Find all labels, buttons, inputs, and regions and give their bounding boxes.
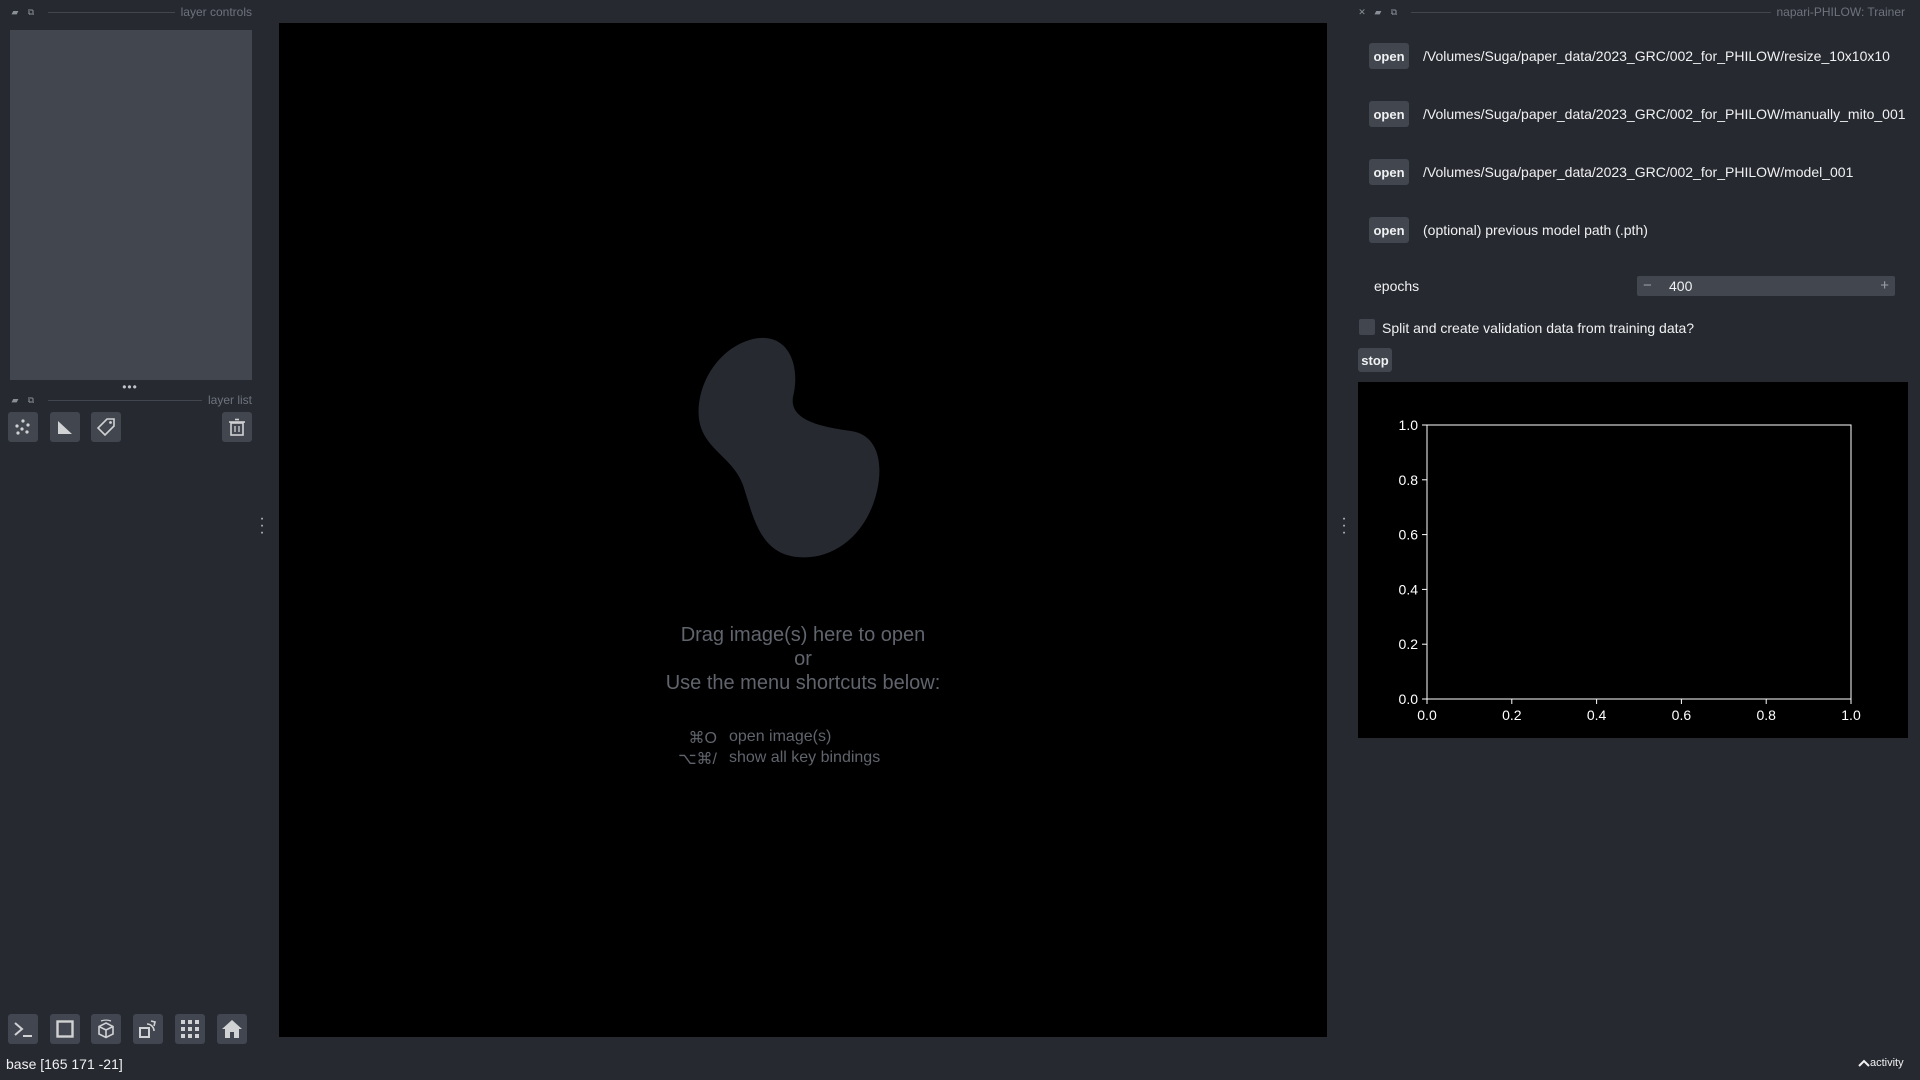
trainer-title: napari-PHILOW: Trainer bbox=[1776, 5, 1906, 19]
new-labels-layer-button[interactable] bbox=[91, 412, 121, 442]
layer-controls-titlebar: ▰ ⧉ layer controls bbox=[10, 2, 252, 22]
shortcut-open-row: ⌘O open image(s) bbox=[647, 728, 832, 748]
x-tick-label: 0.6 bbox=[1672, 707, 1692, 723]
model-dir-path-label: /Volumes/Suga/paper_data/2023_GRC/002_fo… bbox=[1423, 164, 1854, 180]
x-tick-label: 1.0 bbox=[1841, 707, 1861, 723]
epochs-spinbox[interactable]: − 400 + bbox=[1637, 276, 1895, 296]
viewer-canvas[interactable]: Drag image(s) here to open or Use the me… bbox=[279, 23, 1327, 1037]
stop-button[interactable]: stop bbox=[1358, 348, 1392, 372]
shortcut-key: ⌘O bbox=[688, 730, 717, 747]
x-tick-label: 0.4 bbox=[1587, 707, 1607, 723]
float-dock-icon[interactable]: ⧉ bbox=[26, 395, 36, 405]
new-points-layer-button[interactable] bbox=[8, 412, 38, 442]
2d-3d-toggle-button[interactable] bbox=[50, 1014, 80, 1044]
transpose-icon bbox=[139, 1020, 156, 1038]
y-tick-label: 0.6 bbox=[1399, 527, 1419, 543]
home-icon bbox=[222, 1020, 242, 1038]
layer-controls-panel bbox=[10, 30, 252, 380]
new-labels-layer-icon bbox=[96, 418, 115, 437]
left-dock-handle-icon[interactable]: · · · bbox=[258, 511, 266, 541]
x-tick-label: 0.0 bbox=[1417, 707, 1437, 723]
y-tick-label: 0.4 bbox=[1399, 581, 1419, 597]
home-button[interactable] bbox=[217, 1014, 247, 1044]
welcome-drag-text: Drag image(s) here to open bbox=[680, 624, 926, 646]
grid-mode-button[interactable] bbox=[175, 1014, 205, 1044]
roll-dimensions-button[interactable] bbox=[91, 1014, 121, 1044]
plot-axes-frame bbox=[1426, 424, 1852, 700]
status-text: base [165 171 -21] bbox=[6, 1056, 123, 1072]
console-button[interactable] bbox=[8, 1014, 38, 1044]
epochs-value[interactable]: 400 bbox=[1669, 276, 1692, 296]
y-tick-label: 1.0 bbox=[1399, 417, 1419, 433]
loss-plot: 0.0 0.2 0.4 0.6 0.8 1.0 0.0 0.2 0.4 0.6 0.8 1.0 bbox=[1358, 382, 1908, 738]
decrement-icon[interactable]: − bbox=[1643, 276, 1652, 296]
grid-icon bbox=[181, 1020, 199, 1038]
previous-model-path-label: (optional) previous model path (.pth) bbox=[1423, 222, 1648, 238]
epochs-label: epochs bbox=[1374, 278, 1420, 294]
shortcut-action: open image(s) bbox=[729, 728, 832, 745]
y-tick-label: 0.8 bbox=[1399, 472, 1419, 488]
close-dock-icon[interactable]: ▰ bbox=[10, 7, 20, 17]
transpose-button[interactable] bbox=[133, 1014, 163, 1044]
x-tick-label: 0.2 bbox=[1502, 707, 1522, 723]
open-label-button[interactable]: open bbox=[1369, 101, 1409, 127]
napari-logo-icon bbox=[698, 337, 880, 558]
welcome-shortcuts-text: Use the menu shortcuts below: bbox=[665, 672, 941, 694]
new-shapes-layer-button[interactable] bbox=[50, 412, 80, 442]
layer-list-titlebar: ▰ ⧉ layer list bbox=[10, 390, 252, 410]
delete-layer-icon bbox=[229, 418, 245, 436]
delete-layer-button[interactable] bbox=[222, 412, 252, 442]
y-tick-label: 0.0 bbox=[1399, 691, 1419, 707]
open-model-dir-button[interactable]: open bbox=[1369, 159, 1409, 185]
x-tick-label: 0.8 bbox=[1756, 707, 1776, 723]
activity-label: activity bbox=[1870, 1057, 1904, 1069]
layer-controls-title: layer controls bbox=[180, 5, 252, 19]
close-dock-icon[interactable]: ▰ bbox=[10, 395, 20, 405]
validation-split-checkbox[interactable] bbox=[1359, 319, 1375, 335]
image-path-label: /Volumes/Suga/paper_data/2023_GRC/002_fo… bbox=[1423, 48, 1890, 64]
console-icon bbox=[14, 1022, 32, 1037]
welcome-or-text: or bbox=[794, 648, 812, 670]
y-tick-label: 0.2 bbox=[1399, 636, 1419, 652]
float-dock-icon[interactable]: ⧉ bbox=[26, 7, 36, 17]
increment-icon[interactable]: + bbox=[1880, 276, 1889, 296]
activity-toggle[interactable]: activity bbox=[1858, 1057, 1904, 1069]
new-points-layer-icon bbox=[15, 419, 30, 435]
open-image-button[interactable]: open bbox=[1369, 43, 1409, 69]
roll-dimensions-icon bbox=[98, 1019, 114, 1039]
shortcut-action: show all key bindings bbox=[729, 749, 881, 766]
hide-title-icon[interactable]: ▰ bbox=[1373, 7, 1383, 17]
label-path-label: /Volumes/Suga/paper_data/2023_GRC/002_fo… bbox=[1423, 106, 1906, 122]
open-previous-model-button[interactable]: open bbox=[1369, 217, 1409, 243]
validation-split-label: Split and create validation data from tr… bbox=[1382, 320, 1695, 336]
close-dock-icon[interactable]: ✕ bbox=[1357, 7, 1367, 17]
shortcut-key: ⌥⌘/ bbox=[678, 751, 717, 768]
float-dock-icon[interactable]: ⧉ bbox=[1389, 7, 1399, 17]
right-dock-handle-icon[interactable]: · · · bbox=[1340, 511, 1348, 541]
shortcut-keybindings-row: ⌥⌘/ show all key bindings bbox=[647, 749, 880, 769]
new-shapes-layer-icon bbox=[58, 421, 72, 434]
loss-plot-svg: 0.0 0.2 0.4 0.6 0.8 1.0 0.0 0.2 0.4 0.6 0.8 1.0 bbox=[1399, 417, 1861, 723]
layer-list-title: layer list bbox=[207, 393, 252, 407]
trainer-titlebar: ✕ ▰ ⧉ napari-PHILOW: Trainer bbox=[1357, 2, 1905, 22]
chevron-up-icon bbox=[1858, 1059, 1870, 1067]
2d-3d-toggle-icon bbox=[56, 1020, 74, 1038]
